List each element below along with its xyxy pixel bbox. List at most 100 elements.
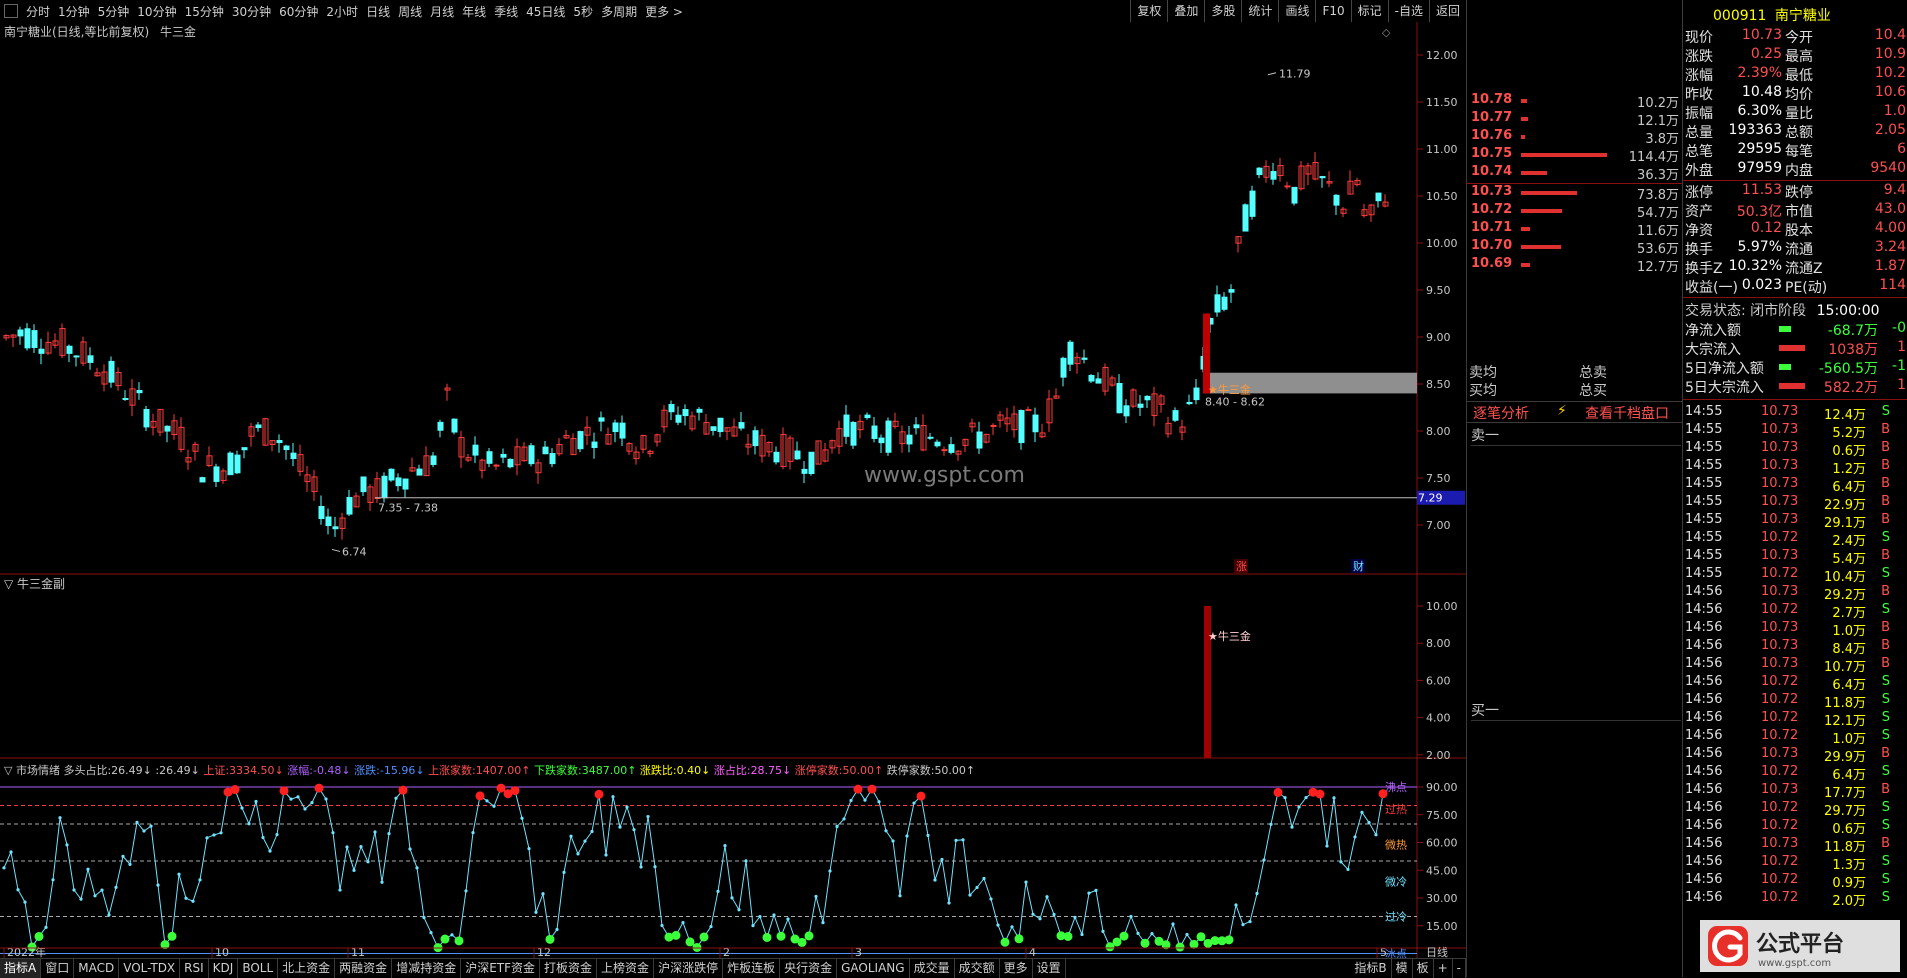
toolbar-button[interactable]: 返回 — [1428, 0, 1466, 22]
trade-row[interactable]: 14:56 10.72 1.0万 S — [1683, 728, 1907, 747]
trade-row[interactable]: 14:56 10.73 10.7万 B — [1683, 656, 1907, 675]
period-tab[interactable]: 30分钟 — [228, 3, 275, 20]
indicator-tab[interactable]: 增减持资金 — [392, 959, 462, 978]
trade-row[interactable]: 14:55 10.73 0.6万 B — [1683, 440, 1907, 459]
indicator-tab[interactable]: 沪深ETF资金 — [461, 959, 541, 978]
indicator-side-button[interactable]: + — [1434, 959, 1453, 978]
indicator-tab[interactable]: 更多 — [1000, 959, 1033, 978]
trade-row[interactable]: 14:56 10.73 17.7万 B — [1683, 782, 1907, 801]
trade-row[interactable]: 14:56 10.72 1.3万 S — [1683, 854, 1907, 873]
period-tab[interactable]: 60分钟 — [275, 3, 322, 20]
candle-body — [213, 466, 220, 482]
trade-row[interactable]: 14:55 10.73 12.4万 S — [1683, 404, 1907, 423]
trade-row[interactable]: 14:56 10.72 0.9万 S — [1683, 872, 1907, 891]
trade-row[interactable]: 14:56 10.73 29.9万 B — [1683, 746, 1907, 765]
indicator-tab[interactable]: 北上资金 — [278, 959, 336, 978]
indicator-tab[interactable]: KDJ — [209, 959, 239, 978]
trade-row[interactable]: 14:56 10.72 29.7万 S — [1683, 800, 1907, 819]
trade-row[interactable]: 14:55 10.72 2.4万 S — [1683, 530, 1907, 549]
indicator-tab[interactable]: GAOLIANG — [837, 959, 910, 978]
trade-row[interactable]: 14:56 10.73 1.0万 B — [1683, 620, 1907, 639]
bid-row[interactable]: 10.72 54.7万 — [1467, 202, 1683, 221]
trade-row[interactable]: 14:56 10.72 11.8万 S — [1683, 692, 1907, 711]
period-tab[interactable]: 2小时 — [322, 3, 362, 20]
trade-row[interactable]: 14:56 10.72 2.7万 S — [1683, 602, 1907, 621]
indicator-tab[interactable]: 上榜资金 — [597, 959, 655, 978]
bid-row[interactable]: 10.73 73.8万 — [1467, 184, 1683, 203]
period-tab[interactable]: 月线 — [426, 3, 458, 20]
ask-row[interactable]: 10.75 114.4万 — [1467, 146, 1683, 165]
tab-trade-analysis[interactable]: 逐笔分析 — [1473, 403, 1529, 423]
chart-area[interactable]: 12.00 11.50 11.00 10.50 10.00 9.50 9.00 8.50 8.0… — [0, 22, 1466, 958]
toolbar-button[interactable]: F10 — [1315, 0, 1350, 22]
period-tab[interactable]: 多周期 — [597, 3, 641, 20]
bid-row[interactable]: 10.69 12.7万 — [1467, 256, 1683, 275]
indicator-tab[interactable]: MACD — [74, 959, 120, 978]
toolbar-button[interactable]: 标记 — [1350, 0, 1388, 22]
period-tab[interactable]: 5秒 — [569, 3, 597, 20]
period-tab[interactable]: 季线 — [490, 3, 522, 20]
sentiment-point — [1248, 919, 1252, 924]
indicator-tab[interactable]: 窗口 — [41, 959, 75, 978]
trade-row[interactable]: 14:56 10.72 0.6万 S — [1683, 818, 1907, 837]
indicator-side-button[interactable]: 板 — [1413, 959, 1434, 978]
indicator-tab[interactable]: 两融资金 — [335, 959, 393, 978]
indicator-tab[interactable]: 成交量 — [910, 959, 955, 978]
indicator-tab[interactable]: 央行资金 — [780, 959, 838, 978]
period-tab[interactable]: 15分钟 — [181, 3, 228, 20]
trade-row[interactable]: 14:56 10.72 2.0万 S — [1683, 890, 1907, 909]
period-tab[interactable]: 日线 — [362, 3, 394, 20]
period-tab[interactable]: 10分钟 — [133, 3, 180, 20]
trade-row[interactable]: 14:55 10.73 1.2万 B — [1683, 458, 1907, 477]
period-tab[interactable]: 45日线 — [522, 3, 569, 20]
ask-row[interactable]: 10.77 12.1万 — [1467, 110, 1683, 129]
period-tab[interactable]: 更多 > — [641, 3, 687, 20]
trade-row[interactable]: 14:55 10.73 6.4万 B — [1683, 476, 1907, 495]
period-tab[interactable]: 周线 — [394, 3, 426, 20]
indicator-tab[interactable]: BOLL — [238, 959, 279, 978]
trade-row[interactable]: 14:55 10.73 22.9万 B — [1683, 494, 1907, 513]
indicator-tab[interactable]: 设置 — [1033, 959, 1066, 978]
indicator-tab[interactable]: 指标A — [0, 959, 42, 978]
trade-row[interactable]: 14:55 10.72 10.4万 S — [1683, 566, 1907, 585]
sentiment-point — [268, 849, 272, 853]
toolbar-button[interactable]: 统计 — [1241, 0, 1278, 22]
toolbar-button[interactable]: 画线 — [1278, 0, 1315, 22]
toolbar-button[interactable]: 复权 — [1130, 0, 1167, 22]
indicator-tab[interactable]: VOL-TDX — [119, 959, 181, 978]
tick-list[interactable]: 14:55 10.73 12.4万 S 14:55 10.73 5.2万 B 14:55 10.7… — [1683, 402, 1907, 977]
indicator-tab[interactable]: 打板资金 — [540, 959, 598, 978]
indicator-tab[interactable]: 炸板连板 — [723, 959, 781, 978]
indicator-side-button[interactable]: 模 — [1392, 959, 1413, 978]
trade-row[interactable]: 14:56 10.73 29.2万 B — [1683, 584, 1907, 603]
sentiment-point — [331, 831, 335, 835]
indicator-tab[interactable]: 成交额 — [955, 959, 1000, 978]
indicator-tab[interactable]: RSI — [180, 959, 209, 978]
indicator-side-button[interactable]: - — [1453, 959, 1466, 978]
indicator-side-button[interactable]: 指标B — [1350, 959, 1392, 978]
bid-row[interactable]: 10.70 53.6万 — [1467, 238, 1683, 257]
trade-row[interactable]: 14:55 10.73 5.2万 B — [1683, 422, 1907, 441]
trade-row[interactable]: 14:55 10.73 29.1万 B — [1683, 512, 1907, 531]
bid-row[interactable]: 10.71 11.6万 — [1467, 220, 1683, 239]
indicator-tab[interactable]: 沪深涨跌停 — [654, 959, 724, 978]
toolbar-button[interactable]: 叠加 — [1167, 0, 1204, 22]
toolbar-button[interactable]: 多股 — [1204, 0, 1241, 22]
toolbar-button[interactable]: -自选 — [1387, 0, 1429, 22]
trade-row[interactable]: 14:56 10.72 6.4万 S — [1683, 764, 1907, 783]
trade-row[interactable]: 14:56 10.72 12.1万 S — [1683, 710, 1907, 729]
trade-row[interactable]: 14:56 10.72 6.4万 S — [1683, 674, 1907, 693]
quote-label: 跌停 — [1785, 185, 1813, 201]
trade-row[interactable]: 14:56 10.73 8.4万 B — [1683, 638, 1907, 657]
period-tab[interactable]: 5分钟 — [94, 3, 134, 20]
period-tab[interactable]: 分时 — [22, 3, 54, 20]
period-tab[interactable]: 1分钟 — [54, 3, 94, 20]
ask-row[interactable]: 10.76 3.8万 — [1467, 128, 1683, 147]
ask-row[interactable]: 10.78 10.2万 — [1467, 92, 1683, 111]
period-tab[interactable]: 年线 — [458, 3, 490, 20]
menu-square-icon[interactable] — [4, 4, 18, 18]
tab-depth-view[interactable]: 查看千档盘口 — [1585, 403, 1669, 423]
trade-row[interactable]: 14:55 10.73 5.4万 B — [1683, 548, 1907, 567]
ask-row[interactable]: 10.74 36.3万 — [1467, 164, 1683, 183]
trade-row[interactable]: 14:56 10.73 11.8万 B — [1683, 836, 1907, 855]
